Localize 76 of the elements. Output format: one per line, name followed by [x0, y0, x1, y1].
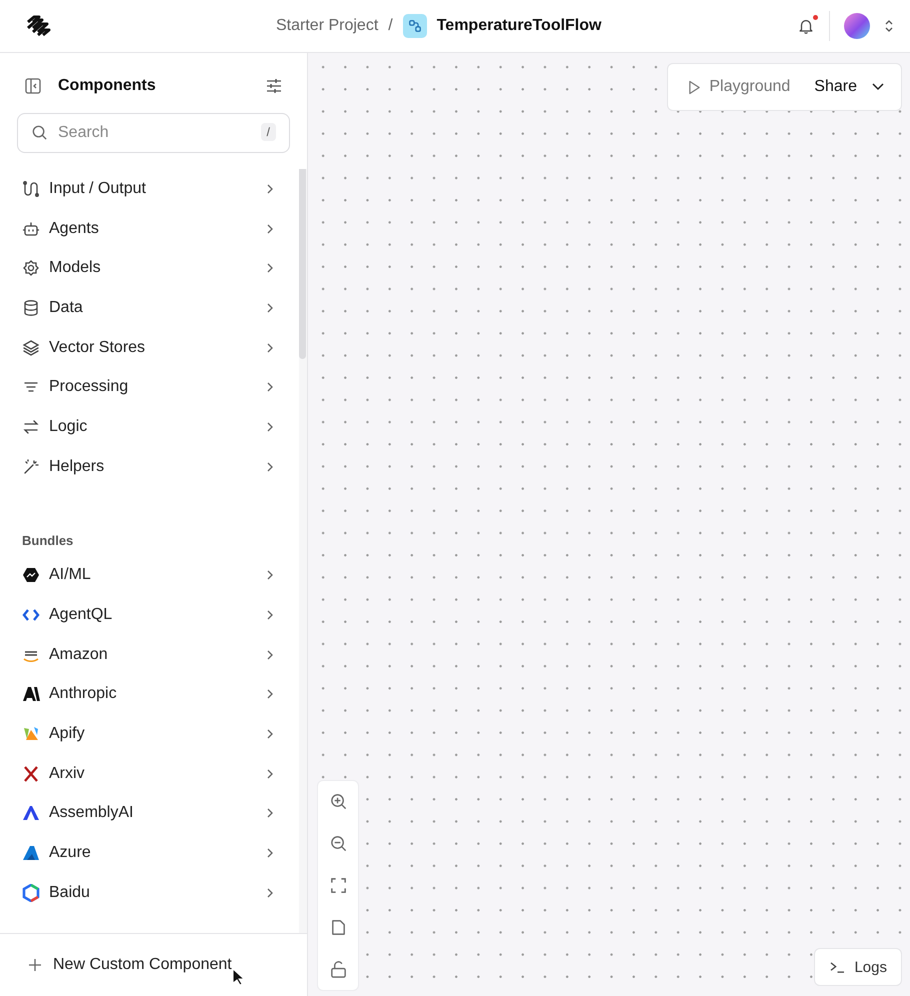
chevron-right-icon [265, 182, 275, 195]
zoom-in-icon[interactable] [328, 792, 348, 811]
wand-icon [22, 458, 40, 476]
bundle-item[interactable]: AgentQL [22, 595, 275, 635]
fit-view-icon[interactable] [328, 876, 348, 895]
shortcut-key: / [260, 123, 276, 141]
new-component-button[interactable]: New Custom Component [26, 952, 234, 978]
chevron-right-icon [265, 262, 275, 274]
bundle-item[interactable]: Arxiv [22, 754, 275, 794]
chevron-right-icon [265, 728, 275, 740]
database-icon [22, 298, 40, 317]
arch-icon [22, 804, 40, 822]
breadcrumb-link[interactable]: Starter Project [276, 17, 378, 35]
arrows-icon [22, 418, 40, 436]
gear-icon [22, 259, 40, 278]
category-item[interactable]: Helpers [22, 446, 275, 486]
search-icon [31, 124, 48, 141]
zoom-out-icon[interactable] [328, 834, 348, 853]
bundle-item[interactable]: Baidu [22, 873, 275, 913]
category-item[interactable]: Data [22, 288, 275, 328]
bundle-item[interactable]: Amazon [22, 634, 275, 675]
category-item[interactable]: Logic [22, 407, 275, 447]
chevron-right-icon [265, 342, 275, 354]
avatar-icon[interactable] [844, 13, 870, 39]
chevron-right-icon [265, 807, 275, 820]
sidebar-title: Components [58, 77, 157, 95]
bundle-item[interactable]: Apify [22, 714, 275, 754]
cross-icon [22, 764, 40, 783]
chevron-down-icon [871, 82, 885, 92]
playground-button[interactable]: Playground [688, 78, 790, 96]
chevron-right-icon [265, 648, 275, 661]
chevron-updown-icon[interactable] [884, 19, 894, 33]
terminal-icon [829, 960, 846, 974]
unlocked-icon[interactable] [328, 960, 348, 979]
logo-icon[interactable] [25, 14, 53, 38]
play-icon [688, 80, 702, 94]
filter-sliders-icon[interactable] [265, 77, 283, 95]
scrollbar-thumb[interactable] [299, 169, 306, 359]
cursor-icon [232, 968, 244, 986]
chevron-right-icon [265, 569, 275, 582]
share-button[interactable]: Share [814, 78, 885, 96]
bell-icon[interactable] [797, 17, 815, 35]
triangle-icon [22, 844, 40, 862]
category-item[interactable]: Agents [22, 208, 275, 248]
sidebar-toggle-icon[interactable] [24, 77, 42, 95]
chevron-right-icon [265, 420, 275, 433]
bundle-item[interactable]: Anthropic [22, 674, 275, 714]
chevron-right-icon [265, 609, 275, 622]
chevron-right-icon [265, 302, 275, 314]
section-heading: Bundles [22, 532, 74, 550]
chevron-right-icon [265, 460, 275, 473]
bot-icon [22, 220, 40, 238]
hexagon-icon [22, 884, 40, 902]
flow-icon [402, 14, 427, 38]
flow-name: TemperatureToolFlow [436, 17, 602, 35]
plus-icon [28, 958, 42, 972]
hexagon-icon [22, 566, 40, 584]
chevron-right-icon [265, 886, 275, 899]
chevron-right-icon [265, 222, 275, 235]
chevron-right-icon [265, 768, 275, 780]
breadcrumb-separator: / [388, 17, 393, 35]
bundle-item[interactable]: AssemblyAI [22, 794, 275, 834]
flow-canvas[interactable]: Playground Share Logs [308, 53, 910, 996]
category-item[interactable]: Models [22, 248, 275, 288]
chevron-right-icon [265, 381, 275, 394]
input-output-icon [22, 180, 40, 198]
logs-button[interactable]: Logs [814, 948, 902, 986]
bundle-item[interactable]: Azure [22, 833, 275, 873]
chevron-right-icon [265, 688, 275, 700]
bundle-item[interactable]: AI/ML [22, 556, 275, 596]
letter-mark-icon [22, 685, 40, 704]
category-item[interactable]: Processing [22, 367, 275, 408]
category-item[interactable]: Vector Stores [22, 328, 275, 368]
chevron-right-icon [265, 847, 275, 860]
layers-icon [22, 338, 40, 357]
category-item[interactable]: Input / Output [22, 169, 275, 209]
